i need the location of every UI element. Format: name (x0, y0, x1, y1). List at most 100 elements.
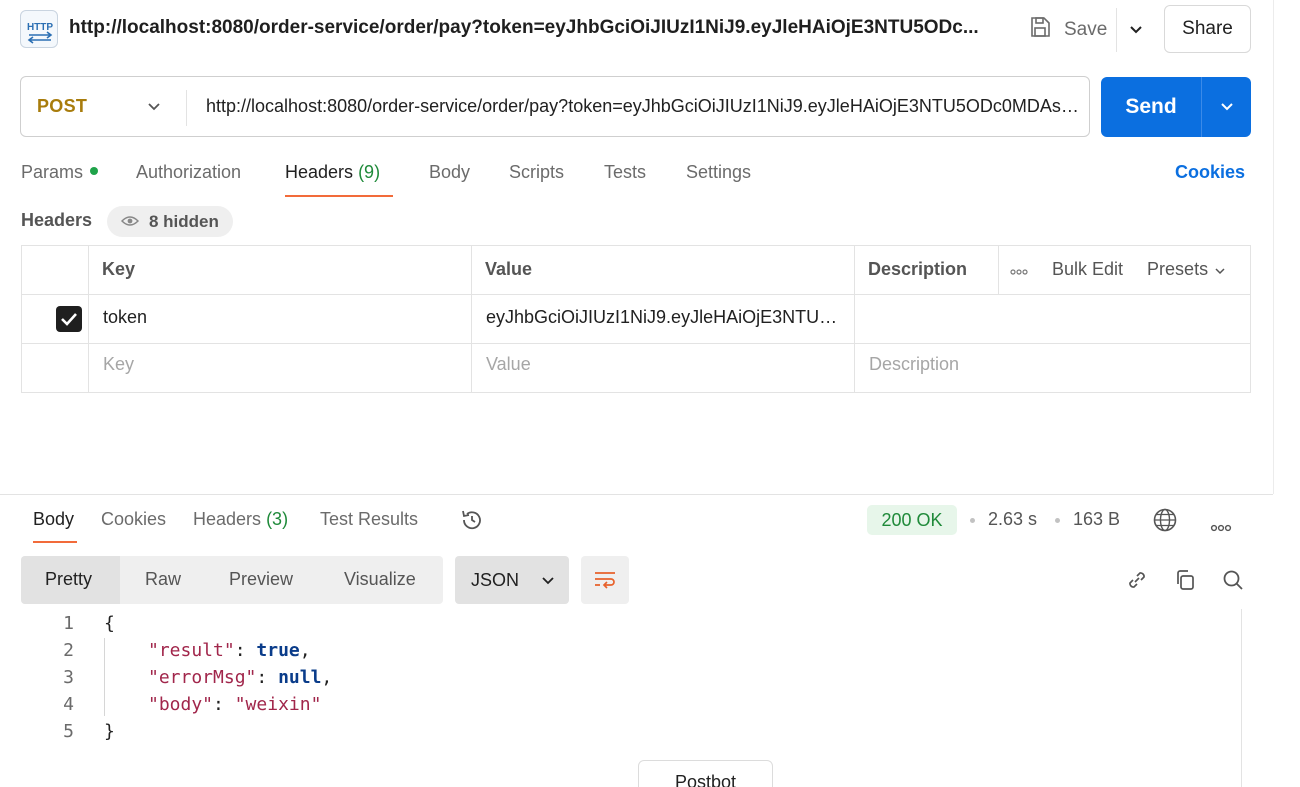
tab-headers-label: Headers (285, 162, 354, 182)
response-tab-cookies[interactable]: Cookies (101, 509, 166, 530)
tab-headers[interactable]: Headers (9) (285, 162, 380, 183)
tab-scripts[interactable]: Scripts (509, 162, 564, 183)
response-tab-headers-label: Headers (193, 509, 262, 529)
send-options-chevron-icon[interactable] (1202, 77, 1251, 137)
table-divider (88, 245, 89, 393)
code-line: 3 "errorMsg": null, (0, 667, 332, 694)
save-divider (1116, 8, 1117, 52)
line-number: 1 (63, 613, 74, 634)
line-number: 3 (63, 667, 74, 688)
word-wrap-button[interactable] (581, 556, 629, 604)
active-tab-indicator (285, 195, 393, 197)
json-value: "weixin" (234, 694, 322, 715)
table-divider (998, 245, 999, 294)
http-request-icon: HTTP (20, 10, 58, 48)
table-divider (21, 343, 1251, 344)
header-value-cell[interactable]: eyJhbGciOiJIUzI1NiJ9.eyJleHAiOjE3NTU5ODc… (486, 307, 846, 328)
table-actions: Bulk Edit Presets (1010, 259, 1226, 280)
postbot-button[interactable]: Postbot (638, 760, 773, 787)
format-select[interactable]: JSON (455, 556, 569, 604)
save-label: Save (1064, 19, 1108, 40)
request-title[interactable]: http://localhost:8080/order-service/orde… (69, 17, 979, 39)
format-chevron-down-icon (541, 570, 555, 591)
response-tab-body[interactable]: Body (33, 509, 74, 530)
method-select[interactable]: POST (37, 96, 87, 117)
more-options-icon[interactable] (1010, 259, 1028, 280)
method-divider (186, 90, 187, 126)
url-input[interactable]: http://localhost:8080/order-service/orde… (206, 96, 1082, 117)
check-icon (61, 313, 77, 326)
tab-authorization[interactable]: Authorization (136, 162, 241, 183)
table-divider (21, 294, 1251, 295)
response-time[interactable]: 2.63 s (988, 509, 1037, 530)
history-icon[interactable] (459, 507, 485, 538)
response-divider (0, 494, 1273, 495)
save-button[interactable]: Save (1028, 14, 1107, 46)
globe-icon[interactable] (1152, 507, 1178, 538)
json-value: true (256, 640, 300, 661)
eye-icon (120, 212, 140, 232)
header-enabled-checkbox[interactable] (56, 306, 82, 332)
hidden-headers-label: 8 hidden (149, 211, 219, 231)
meta-separator (970, 518, 975, 523)
json-key: "result" (148, 640, 235, 661)
code-line: 5} (0, 721, 115, 748)
line-number: 2 (63, 640, 74, 661)
code-scrollbar-track (1241, 609, 1242, 787)
column-header-description: Description (868, 259, 968, 279)
code-line: 1{ (0, 613, 115, 640)
save-options-chevron-icon[interactable] (1122, 8, 1150, 52)
hidden-headers-toggle[interactable]: 8 hidden (107, 206, 233, 237)
link-icon[interactable] (1123, 566, 1151, 594)
view-raw-button[interactable]: Raw (145, 569, 181, 590)
presets-dropdown[interactable]: Presets (1147, 259, 1226, 280)
response-tab-test-results[interactable]: Test Results (320, 509, 418, 530)
http-icon-label: HTTP (27, 22, 53, 33)
tab-tests[interactable]: Tests (604, 162, 646, 183)
tab-body[interactable]: Body (429, 162, 470, 183)
presets-label: Presets (1147, 259, 1209, 279)
line-number: 5 (63, 721, 74, 742)
more-options-icon[interactable] (1210, 516, 1232, 537)
new-header-description-input[interactable]: Description (869, 354, 959, 375)
status-badge[interactable]: 200 OK (867, 505, 957, 535)
column-header-key: Key (102, 259, 136, 279)
view-preview-button[interactable]: Preview (229, 569, 293, 590)
share-button[interactable]: Share (1164, 5, 1251, 53)
line-number: 4 (63, 694, 74, 715)
format-select-label: JSON (471, 569, 520, 590)
word-wrap-icon (595, 572, 615, 589)
copy-icon[interactable] (1171, 566, 1199, 594)
save-icon (1028, 15, 1052, 45)
column-header-value: Value (485, 259, 533, 279)
view-visualize-button[interactable]: Visualize (344, 569, 416, 590)
code-line: 2 "result": true, (0, 640, 310, 667)
right-panel-divider (1273, 0, 1274, 494)
json-key: "errorMsg" (148, 667, 257, 688)
view-pretty-button[interactable]: Pretty (45, 569, 92, 590)
header-key-cell[interactable]: token (103, 307, 463, 328)
headers-section-title: Headers (21, 210, 93, 230)
tab-settings[interactable]: Settings (686, 162, 751, 183)
cookies-link[interactable]: Cookies (1175, 162, 1245, 183)
code-line: 4 "body": "weixin" (0, 694, 321, 721)
response-active-tab-indicator (33, 541, 77, 543)
response-tab-headers-count: (3) (266, 509, 289, 529)
tab-params-label: Params (21, 162, 84, 182)
bulk-edit-button[interactable]: Bulk Edit (1052, 259, 1123, 280)
response-size[interactable]: 163 B (1073, 509, 1120, 530)
presets-chevron-down-icon (1214, 259, 1226, 280)
new-header-key-input[interactable]: Key (103, 354, 134, 375)
response-tab-headers[interactable]: Headers (3) (193, 509, 288, 530)
tab-params[interactable]: Params (21, 162, 99, 183)
search-icon[interactable] (1219, 566, 1247, 594)
json-key: "body" (148, 694, 214, 715)
params-active-dot (90, 167, 99, 176)
new-header-value-input[interactable]: Value (486, 354, 531, 375)
meta-separator (1055, 518, 1060, 523)
table-divider (854, 245, 855, 393)
json-value: null (278, 667, 322, 688)
method-chevron-down-icon[interactable] (145, 96, 163, 118)
send-button[interactable]: Send (1101, 77, 1201, 137)
table-divider (471, 245, 472, 393)
